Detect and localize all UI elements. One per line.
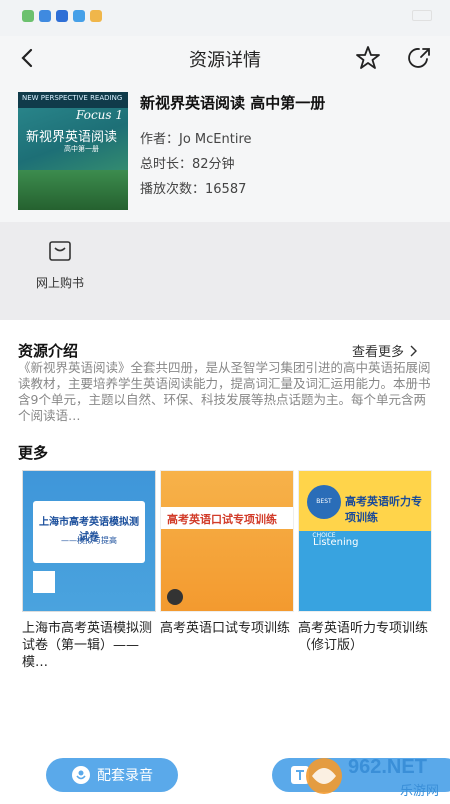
resource-info: NEW PERSPECTIVE READING Focus 1 新视界英语阅读 … bbox=[0, 80, 450, 222]
share-icon bbox=[408, 48, 430, 68]
cover-focus: Focus 1 bbox=[76, 108, 123, 122]
app-header: 资源详情 bbox=[0, 36, 450, 80]
wechat-icon bbox=[22, 10, 34, 22]
more-item[interactable]: 高考英语口试专项训练 高考英语口试专项训练 bbox=[160, 470, 294, 637]
favorite-button[interactable] bbox=[354, 44, 382, 72]
cover-en: Listening bbox=[313, 537, 359, 548]
plays-row: 播放次数：16587 bbox=[140, 178, 246, 197]
book-title: 新视界英语阅读 高中第一册 bbox=[140, 94, 326, 112]
share-button[interactable] bbox=[405, 44, 433, 72]
more-item-cover: BEST CHOICE 高考英语听力专项训练 Listening bbox=[298, 470, 432, 612]
more-item-cover: 高考英语口试专项训练 bbox=[160, 470, 294, 612]
cover-cn-sub: 高中第一册 bbox=[64, 145, 99, 153]
battery-icon bbox=[412, 10, 432, 21]
book-cover: NEW PERSPECTIVE READING Focus 1 新视界英语阅读 … bbox=[18, 92, 128, 210]
cover-title: 高考英语听力专项训练 bbox=[345, 495, 422, 524]
app-icon bbox=[39, 10, 51, 22]
view-more-link[interactable]: 查看更多 bbox=[352, 341, 418, 360]
duration-value: 82分钟 bbox=[192, 157, 235, 172]
cover-landscape bbox=[18, 170, 128, 210]
cover-subtitle: ——模拟与提高 bbox=[61, 536, 117, 545]
plays-value: 16587 bbox=[205, 182, 247, 197]
duration-label: 总时长： bbox=[140, 157, 193, 172]
more-item-title: 高考英语口试专项训练 bbox=[160, 621, 291, 636]
best-choice-badge: BEST CHOICE bbox=[307, 485, 341, 539]
buy-online-button[interactable]: 网上购书 bbox=[20, 240, 100, 291]
duration-row: 总时长：82分钟 bbox=[140, 153, 235, 172]
cover-title: 高考英语口试专项训练 bbox=[167, 513, 277, 526]
more-item-cover: 上海市高考英语模拟测试卷 ——模拟与提高 bbox=[22, 470, 156, 612]
page-title: 资源详情 bbox=[189, 50, 261, 71]
cart-icon bbox=[49, 241, 71, 261]
more-item-title: 上海市高考英语模拟测试卷（第一辑）——模… bbox=[22, 621, 153, 670]
intro-text: 《新视界英语阅读》全套共四册，是从圣智学习集团引进的高中英语拓展阅读教材，主要培… bbox=[18, 360, 431, 423]
more-item[interactable]: BEST CHOICE 高考英语听力专项训练 Listening 高考英语听力专… bbox=[298, 470, 432, 654]
audio-button[interactable]: 配套录音 bbox=[46, 758, 178, 792]
status-icons bbox=[22, 10, 102, 22]
headphone-icon bbox=[72, 766, 90, 784]
audio-button-label: 配套录音 bbox=[97, 768, 153, 784]
more-item[interactable]: 上海市高考英语模拟测试卷 ——模拟与提高 上海市高考英语模拟测试卷（第一辑）——… bbox=[22, 470, 156, 671]
author-value: Jo McEntire bbox=[179, 132, 252, 147]
cd-disc-icon bbox=[167, 589, 183, 605]
app-icon bbox=[90, 10, 102, 22]
status-bar bbox=[0, 0, 450, 36]
more-item-title: 高考英语听力专项训练（修订版） bbox=[298, 621, 429, 653]
buy-online-label: 网上购书 bbox=[35, 276, 84, 290]
author-row: 作者：Jo McEntire bbox=[140, 128, 252, 147]
status-right bbox=[412, 10, 432, 21]
star-icon bbox=[356, 46, 380, 69]
shop-section: 网上购书 bbox=[0, 222, 450, 320]
author-label: 作者： bbox=[140, 132, 180, 147]
intro-heading: 资源介绍 bbox=[18, 342, 79, 360]
site-watermark: 962.NET 乐游网 bbox=[300, 752, 450, 800]
app-icon bbox=[73, 10, 85, 22]
cover-bg bbox=[161, 471, 293, 611]
cover-cn-title: 新视界英语阅读 bbox=[26, 130, 118, 145]
view-more-label: 查看更多 bbox=[352, 345, 405, 360]
watermark-text: 962.NET bbox=[348, 756, 427, 778]
qr-code bbox=[33, 571, 55, 593]
plays-label: 播放次数： bbox=[140, 182, 206, 197]
cover-en-line: NEW PERSPECTIVE READING bbox=[22, 94, 123, 102]
chevron-right-icon bbox=[410, 345, 418, 356]
app-icon bbox=[56, 10, 68, 22]
watermark-sub: 乐游网 bbox=[400, 784, 440, 799]
more-heading: 更多 bbox=[18, 444, 49, 462]
